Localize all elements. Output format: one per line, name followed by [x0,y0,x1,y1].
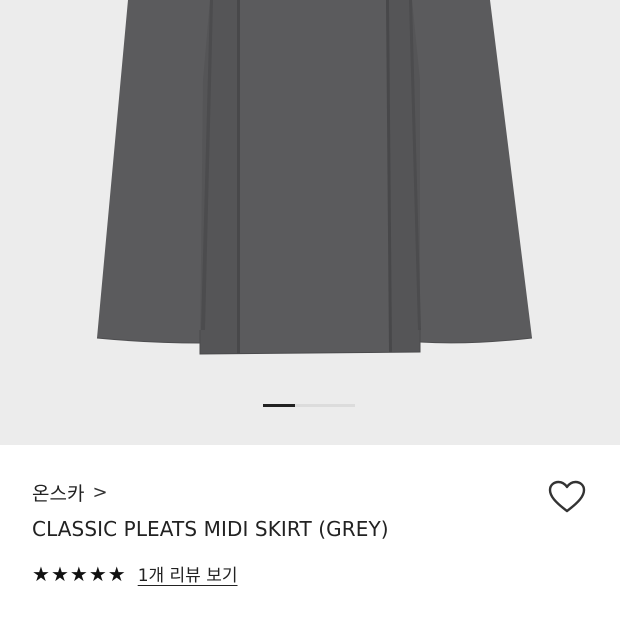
pagination-track [295,404,355,407]
brand-link[interactable]: 온스카 > [32,479,108,506]
star-filled-icon: ★ [32,561,50,586]
rating-row: ★ ★ ★ ★ ★ 1개 리뷰 보기 [32,561,238,587]
star-filled-icon: ★ [88,561,107,586]
pagination-active-indicator [263,404,295,407]
gallery-pagination [263,404,355,407]
brand-name: 온스카 [32,483,85,505]
star-filled-icon: ★ [69,561,88,586]
product-info: 온스카 > CLASSIC PLEATS MIDI SKIRT (GREY) ★… [0,445,620,620]
review-link[interactable]: 1개 리뷰 보기 [138,561,238,586]
wishlist-heart-icon[interactable] [547,479,587,515]
skirt-image [96,0,533,355]
star-filled-icon: ★ [107,561,126,586]
star-filled-icon: ★ [50,561,69,586]
chevron-right-icon: > [92,482,108,503]
rating-stars: ★ ★ ★ ★ ★ [32,563,126,585]
product-image-gallery[interactable] [0,0,620,445]
product-title: CLASSIC PLEATS MIDI SKIRT (GREY) [32,517,389,541]
